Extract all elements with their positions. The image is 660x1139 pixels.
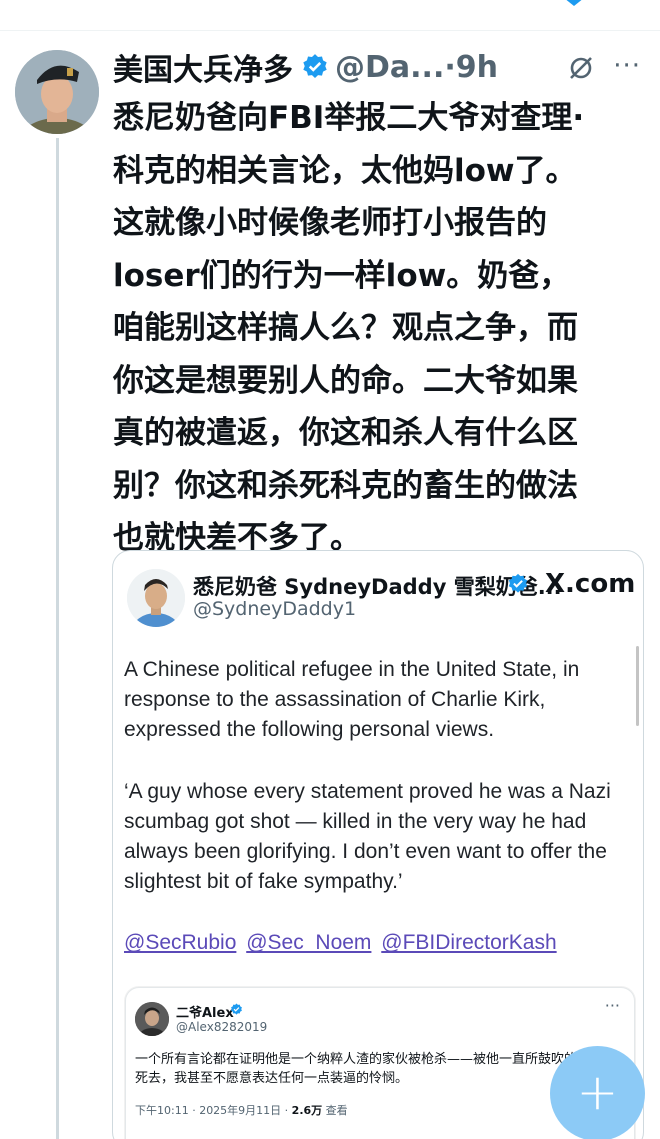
x-mark-icon: X <box>545 569 566 599</box>
retweet-icon[interactable] <box>230 0 256 8</box>
verified-badge-icon <box>508 573 528 593</box>
plus-icon: + <box>576 1062 619 1121</box>
more-options-icon: ··· <box>604 996 620 1015</box>
mention-link[interactable]: @Sec_Noem <box>246 931 371 954</box>
quoted-author-handle[interactable]: @SydneyDaddy1 <box>193 598 356 620</box>
embedded-author-avatar <box>135 1002 169 1036</box>
action-bar <box>0 0 660 12</box>
quoted-author-avatar[interactable] <box>127 569 185 627</box>
share-icon[interactable] <box>614 0 636 8</box>
post-text: 悉尼奶爸向FBI举报二大爷对查理· 科克的相关言论，太他妈low了。 这就像小时… <box>113 100 585 556</box>
embedded-author-name: 二爷Alex <box>176 1006 234 1021</box>
embedded-post-text: 一个所有言论都在证明他是一个纳粹人渣的家伙被枪杀——被他一直所鼓吹的方式死去，我… <box>135 1052 604 1086</box>
avatar[interactable] <box>15 50 99 134</box>
views-icon[interactable] <box>448 0 508 8</box>
author-handle[interactable]: @Da... <box>335 50 444 85</box>
verified-badge-icon <box>231 1003 242 1015</box>
quoted-post-text: A Chinese political refugee in the Unite… <box>124 655 629 959</box>
verified-badge-icon <box>303 54 327 78</box>
mention-link[interactable]: @FBIDirectorKash <box>381 931 556 954</box>
embedded-views-label: 查看 <box>322 1104 348 1117</box>
reply-icon[interactable] <box>118 0 138 8</box>
divider <box>0 30 660 31</box>
x-logo: X.com <box>545 569 635 599</box>
quoted-post[interactable]: 悉尼奶爸 SydneyDaddy 雪梨奶爸... @SydneyDaddy1 X… <box>112 550 644 1139</box>
grok-icon[interactable] <box>567 54 595 82</box>
source-domain: .com <box>565 569 636 599</box>
post-header: 美国大兵净多 @Da... ·9h ··· <box>113 45 653 89</box>
thread-line <box>56 138 59 1139</box>
quoted-paragraph: ‘A guy whose every statement proved he w… <box>124 779 611 894</box>
embedded-author-handle: @Alex8282019 <box>176 1020 268 1034</box>
compose-button[interactable]: + <box>550 1046 645 1139</box>
bookmark-icon[interactable] <box>562 0 586 8</box>
embedded-views-count: 2.6万 <box>291 1104 323 1117</box>
scrollbar[interactable] <box>636 646 639 726</box>
quoted-paragraph: A Chinese political refugee in the Unite… <box>124 658 580 742</box>
mention-list: @SecRubio @Sec_Noem @FBIDirectorKash <box>124 928 629 958</box>
like-icon[interactable] <box>340 0 362 8</box>
author-name[interactable]: 美国大兵净多 <box>113 45 293 89</box>
more-options-icon[interactable]: ··· <box>613 53 641 79</box>
mention-link[interactable]: @SecRubio <box>124 931 236 954</box>
embedded-post-meta: 下午10:11 · 2025年9月11日 · 2.6万 查看 <box>135 1102 348 1118</box>
post-time[interactable]: ·9h <box>444 50 498 85</box>
embedded-timestamp: 下午10:11 · 2025年9月11日 · <box>135 1104 292 1117</box>
